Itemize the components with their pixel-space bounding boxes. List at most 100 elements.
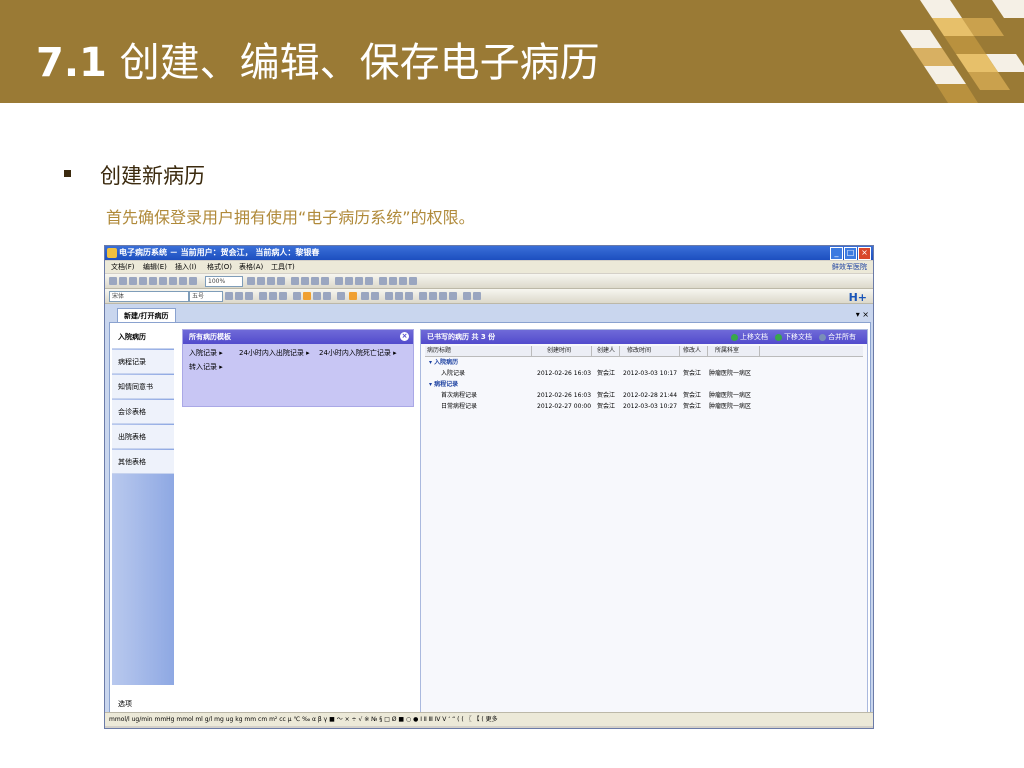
- group-row[interactable]: ▾ 病程记录: [425, 380, 863, 390]
- new-icon[interactable]: [109, 277, 117, 285]
- cut-icon[interactable]: [159, 277, 167, 285]
- link-icon[interactable]: [321, 277, 329, 285]
- col-title[interactable]: 病历标题: [427, 346, 532, 356]
- slide-header: 7.1 创建、编辑、保存电子病历: [0, 0, 1024, 103]
- maximize-button[interactable]: □: [844, 247, 857, 260]
- nav-item-admission-record[interactable]: 入院病历: [112, 325, 174, 349]
- copy-icon[interactable]: [169, 277, 177, 285]
- cell-modifier: 贺会江: [683, 403, 702, 410]
- minimize-button[interactable]: _: [830, 247, 843, 260]
- grow-font-icon[interactable]: [225, 292, 233, 300]
- superscript-icon[interactable]: [361, 292, 369, 300]
- nav-item-consent-forms[interactable]: 知情同意书: [112, 375, 174, 399]
- symbol-bar[interactable]: mmol/l ug/min mmHg mmol ml g/l mg ug kg …: [105, 712, 873, 726]
- table-row[interactable]: 日常病程记录 2012-02-27 00:00 贺会江 2012-03-03 1…: [425, 402, 863, 412]
- help-icon[interactable]: [409, 277, 417, 285]
- align-left-icon[interactable]: [293, 292, 301, 300]
- underline-icon[interactable]: [279, 292, 287, 300]
- bold-icon[interactable]: [259, 292, 267, 300]
- nav-item-progress-notes[interactable]: 病程记录: [112, 350, 174, 374]
- bullets-icon[interactable]: [419, 292, 427, 300]
- chart-icon[interactable]: [311, 277, 319, 285]
- move-down-button[interactable]: 下移文档: [775, 330, 812, 344]
- menu-table[interactable]: 表格(A): [239, 261, 263, 273]
- menu-edit[interactable]: 编辑(E): [143, 261, 167, 273]
- col-creator[interactable]: 创建人: [597, 346, 620, 356]
- cell-modified: 2012-03-03 10:17: [623, 370, 678, 377]
- sign-icon[interactable]: [355, 277, 363, 285]
- font-name-select[interactable]: 宋体: [109, 291, 189, 302]
- nav-options-link[interactable]: 选项: [118, 699, 132, 709]
- print-icon[interactable]: [139, 277, 147, 285]
- template-item-24h-in-out[interactable]: 24小时内入出院记录 ▸: [239, 348, 310, 358]
- group-row[interactable]: ▾ 入院病历: [425, 358, 863, 368]
- col-modified-time[interactable]: 修改时间: [627, 346, 680, 356]
- highlight-icon[interactable]: [349, 292, 357, 300]
- symbol-icon[interactable]: [399, 277, 407, 285]
- outdent-icon[interactable]: [449, 292, 457, 300]
- merge-all-button[interactable]: 合并所有: [819, 330, 856, 344]
- menu-tools[interactable]: 工具(T): [271, 261, 295, 273]
- cell-created: 2012-02-27 00:00: [537, 403, 592, 410]
- font-size-select[interactable]: 五号: [189, 291, 223, 302]
- align-center-icon[interactable]: [303, 292, 311, 300]
- find-icon[interactable]: [267, 277, 275, 285]
- move-up-label: 上移文档: [740, 333, 768, 341]
- shrink-font-icon[interactable]: [235, 292, 243, 300]
- nav-item-other-forms[interactable]: 其他表格: [112, 450, 174, 474]
- calc-icon[interactable]: [345, 277, 353, 285]
- format-painter-icon[interactable]: [189, 277, 197, 285]
- menu-file[interactable]: 文档(F): [111, 261, 135, 273]
- template-icon[interactable]: [389, 277, 397, 285]
- nav-item-discharge-forms[interactable]: 出院表格: [112, 425, 174, 449]
- open-icon[interactable]: [119, 277, 127, 285]
- zoom-select[interactable]: 100%: [205, 276, 243, 287]
- template-item-admission[interactable]: 入院记录 ▸: [189, 348, 223, 358]
- check-icon[interactable]: [335, 277, 343, 285]
- justify-icon[interactable]: [323, 292, 331, 300]
- italic-icon[interactable]: [269, 292, 277, 300]
- table-row[interactable]: 入院记录 2012-02-26 16:03 贺会江 2012-03-03 10:…: [425, 369, 863, 379]
- template-item-24h-death[interactable]: 24小时内入院死亡记录 ▸: [319, 348, 397, 358]
- collapse-icon[interactable]: ×: [400, 332, 409, 341]
- cell-creator: 贺会江: [597, 370, 616, 377]
- table-icon[interactable]: [291, 277, 299, 285]
- template-item-transfer-in[interactable]: 转入记录 ▸: [189, 362, 223, 372]
- menu-format[interactable]: 格式(O): [207, 261, 232, 273]
- font-color-icon[interactable]: [385, 292, 393, 300]
- move-up-button[interactable]: 上移文档: [731, 330, 768, 344]
- clear-format-icon[interactable]: [245, 292, 253, 300]
- field-icon[interactable]: [379, 277, 387, 285]
- subscript-icon[interactable]: [371, 292, 379, 300]
- bullet-marker: [64, 170, 71, 177]
- menu-insert[interactable]: 插入(I): [175, 261, 197, 273]
- col-created-time[interactable]: 创建时间: [547, 346, 592, 356]
- table-row[interactable]: 首次病程记录 2012-02-26 16:03 贺会江 2012-02-28 2…: [425, 391, 863, 401]
- tab-new-open-record[interactable]: 新建/打开病历: [117, 308, 176, 323]
- lock-icon[interactable]: [365, 277, 373, 285]
- shading-icon[interactable]: [405, 292, 413, 300]
- replace-icon[interactable]: [277, 277, 285, 285]
- border-icon[interactable]: [395, 292, 403, 300]
- numbering-icon[interactable]: [429, 292, 437, 300]
- redo-icon[interactable]: [257, 277, 265, 285]
- group-name: 入院病历: [434, 359, 459, 366]
- cube-pattern-decoration: [900, 0, 1024, 103]
- nav-item-consultation-forms[interactable]: 会诊表格: [112, 400, 174, 424]
- indent-icon[interactable]: [439, 292, 447, 300]
- col-modifier[interactable]: 修改人: [683, 346, 708, 356]
- tab-controls[interactable]: ▾ ×: [856, 310, 869, 319]
- paste-icon[interactable]: [179, 277, 187, 285]
- preview-icon[interactable]: [149, 277, 157, 285]
- undo-icon[interactable]: [247, 277, 255, 285]
- page-break-icon[interactable]: [463, 292, 471, 300]
- close-button[interactable]: ×: [858, 247, 871, 260]
- bullet-title: 创建新病历: [100, 164, 205, 188]
- save-icon[interactable]: [129, 277, 137, 285]
- line-spacing-icon[interactable]: [337, 292, 345, 300]
- image-icon[interactable]: [301, 277, 309, 285]
- col-department[interactable]: 所属科室: [715, 346, 760, 356]
- cell-modifier: 贺会江: [683, 392, 702, 399]
- page-setup-icon[interactable]: [473, 292, 481, 300]
- align-right-icon[interactable]: [313, 292, 321, 300]
